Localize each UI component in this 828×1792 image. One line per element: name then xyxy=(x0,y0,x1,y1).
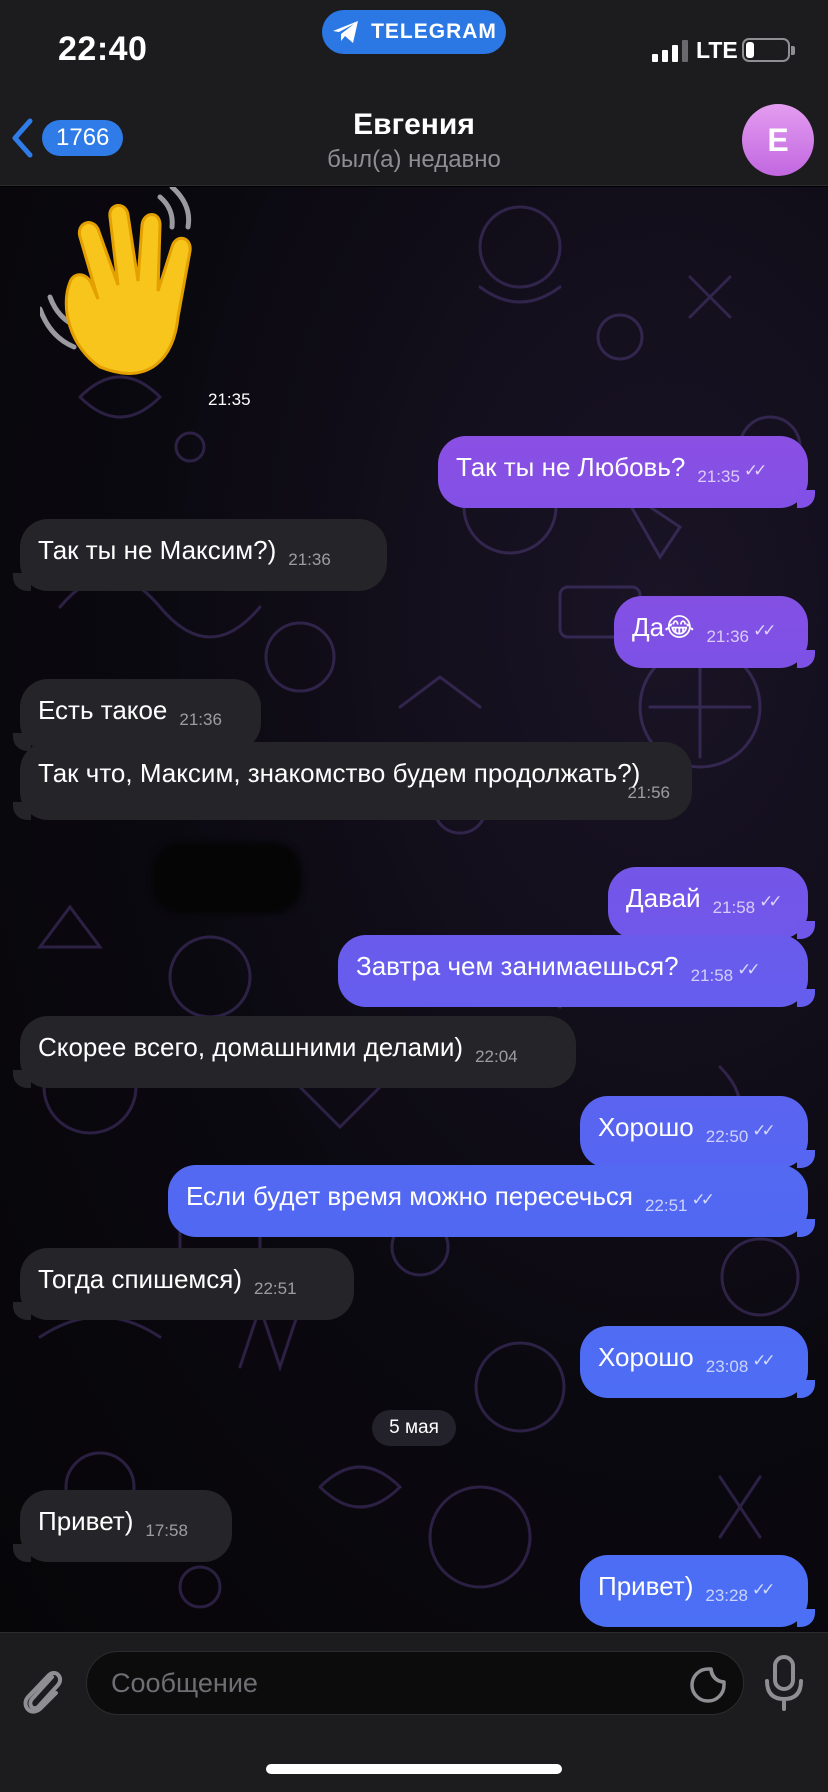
message-text: Есть такое xyxy=(38,695,168,725)
message-text: Завтра чем занимаешься? xyxy=(356,951,679,981)
message-time: 23:28 xyxy=(705,1586,748,1605)
read-checkmarks-icon: ✓✓ xyxy=(752,1121,775,1140)
telegram-plane-icon xyxy=(333,21,359,43)
read-checkmarks-icon: ✓✓ xyxy=(759,892,782,911)
message-time: 21:56 xyxy=(627,783,670,802)
message-text: Так ты не Любовь? xyxy=(456,452,686,482)
message-text: Привет) xyxy=(38,1506,134,1536)
status-time: 22:40 xyxy=(58,30,148,68)
read-checkmarks-icon: ✓✓ xyxy=(752,1351,775,1370)
incoming-message[interactable]: Есть такое 21:36 xyxy=(13,679,261,751)
message-text: Хорошо xyxy=(598,1342,694,1372)
incoming-message[interactable]: Тогда спишемся) 22:51 xyxy=(13,1248,354,1320)
network-type: LTE xyxy=(696,37,738,63)
outgoing-message[interactable]: Привет) 23:28 ✓✓ xyxy=(580,1555,815,1627)
outgoing-message[interactable]: Хорошо 23:08 ✓✓ xyxy=(580,1326,815,1398)
incoming-message[interactable]: Скорее всего, домашними делами) 22:04 xyxy=(13,1016,576,1088)
redaction-blot xyxy=(152,842,302,914)
message-text: Хорошо xyxy=(598,1112,694,1142)
chat-header: 1766 Евгения был(а) недавно Е xyxy=(0,104,828,186)
message-text: Скорее всего, домашними делами) xyxy=(38,1032,464,1062)
telegram-banner[interactable]: TELEGRAM xyxy=(322,10,506,54)
message-time: 22:51 xyxy=(644,1196,688,1215)
message-text: Давай xyxy=(626,883,701,913)
read-checkmarks-icon: ✓✓ xyxy=(691,1190,715,1209)
message-input[interactable] xyxy=(111,1652,671,1714)
incoming-message[interactable]: Так что, Максим, знакомство будем продол… xyxy=(13,742,692,820)
message-time: 22:50 xyxy=(705,1127,749,1146)
message-time: 23:08 xyxy=(705,1357,749,1376)
message-time: 17:58 xyxy=(145,1521,188,1540)
message-text: Если будет время можно пересечься xyxy=(186,1181,633,1211)
message-time: 21:58 xyxy=(690,966,734,985)
message-text: Да😂 xyxy=(632,612,695,642)
outgoing-message[interactable]: Так ты не Любовь? 21:35 ✓✓ xyxy=(438,436,815,508)
message-text: Так ты не Максим?) xyxy=(38,535,277,565)
battery-level xyxy=(746,42,754,58)
message-text: Так что, Максим, знакомство будем продол… xyxy=(38,758,641,788)
message-text: Тогда спишемся) xyxy=(38,1264,243,1294)
message-time: 21:36 xyxy=(706,627,749,646)
banner-label: TELEGRAM xyxy=(371,20,497,43)
home-indicator xyxy=(266,1764,562,1774)
outgoing-message[interactable]: Если будет время можно пересечься 22:51 ✓✓ xyxy=(168,1165,815,1237)
outgoing-message[interactable]: Хорошо 22:50 ✓✓ xyxy=(580,1096,815,1168)
read-checkmarks-icon: ✓✓ xyxy=(753,621,776,640)
message-time: 21:58 xyxy=(712,898,756,917)
paperclip-icon[interactable] xyxy=(18,1663,66,1719)
read-checkmarks-icon: ✓✓ xyxy=(743,461,767,480)
sticker-icon[interactable] xyxy=(689,1666,727,1704)
outgoing-message[interactable]: Да😂 21:36 ✓✓ xyxy=(614,596,815,668)
message-field[interactable] xyxy=(86,1651,744,1715)
read-checkmarks-icon: ✓✓ xyxy=(751,1580,775,1599)
waving-hand-sticker[interactable] xyxy=(40,187,270,397)
message-time: 21:36 xyxy=(288,550,331,569)
message-time: 22:04 xyxy=(475,1047,518,1066)
incoming-message[interactable]: Привет) 17:58 xyxy=(13,1490,232,1562)
date-separator: 5 мая xyxy=(372,1410,456,1446)
status-bar: 22:40 TELEGRAM LTE xyxy=(0,0,828,104)
message-time: 21:35 xyxy=(697,467,740,486)
avatar[interactable]: Е xyxy=(742,104,814,176)
battery-icon xyxy=(742,38,795,62)
outgoing-message[interactable]: Давай 21:58 ✓✓ xyxy=(608,867,815,939)
message-list[interactable]: 21:35 Так ты не Любовь? 21:35 ✓✓ Так ты не … xyxy=(0,187,828,1632)
outgoing-message[interactable]: Завтра чем занимаешься? 21:58 ✓✓ xyxy=(338,935,815,1007)
last-seen-status: был(а) недавно xyxy=(327,146,501,173)
microphone-icon[interactable] xyxy=(762,1655,806,1711)
message-text: Привет) xyxy=(598,1571,694,1601)
message-time: 22:51 xyxy=(254,1279,297,1298)
read-checkmarks-icon: ✓✓ xyxy=(737,960,760,979)
chat-title[interactable]: Евгения xyxy=(0,108,828,142)
message-time: 21:36 xyxy=(179,710,222,729)
incoming-message[interactable]: Так ты не Максим?) 21:36 xyxy=(13,519,387,591)
signal-icon xyxy=(652,40,688,62)
sticker-time: 21:35 xyxy=(208,390,251,409)
